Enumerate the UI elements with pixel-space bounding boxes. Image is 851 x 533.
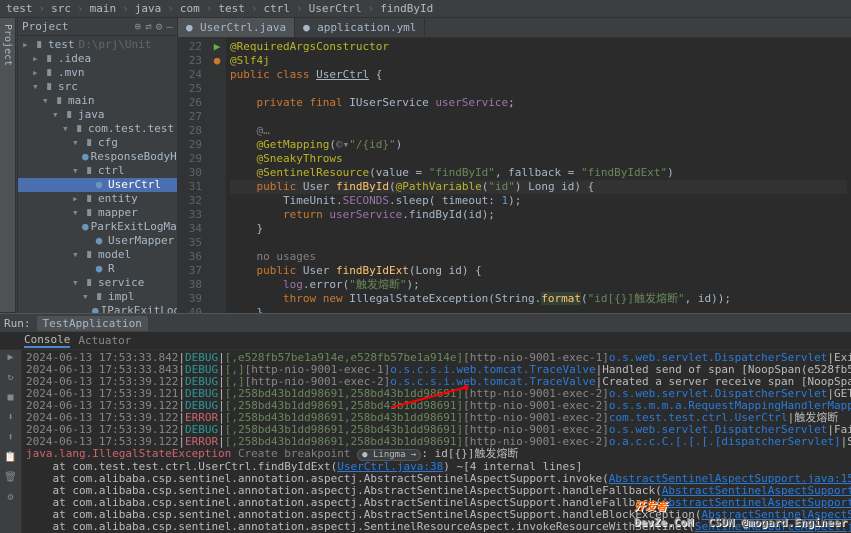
breadcrumb-item[interactable]: findById [378,2,435,15]
project-header: Project ⊕ ⇄ ⚙ — [18,18,177,36]
breadcrumb-bar: test›src›main›java›com›test›ctrl›UserCtr… [0,0,851,18]
code-content[interactable]: @RequiredArgsConstructor@Slf4jpublic cla… [226,38,851,313]
tree-node[interactable]: ▾∎src [18,80,177,94]
run-tabs: Console Actuator [0,332,851,350]
run-toolbar-button[interactable]: 📋 [3,452,19,468]
tree-node[interactable]: ●UserCtrl [18,178,177,192]
tree-node[interactable]: ●UserMapper [18,234,177,248]
select-opened-icon[interactable]: ⊕ [135,20,142,33]
tree-node[interactable]: ●R [18,262,177,276]
tree-node[interactable]: ▾∎cfg [18,136,177,150]
left-tool-gutter: Project [0,18,18,313]
run-toolbar-button[interactable]: ■ [3,392,19,408]
hide-icon[interactable]: — [166,20,173,33]
tree-node[interactable]: ▸∎testD:\prj\Unit [18,38,177,52]
run-tab[interactable]: Actuator [78,334,131,347]
breadcrumb-item[interactable]: java [133,2,164,15]
tree-node[interactable]: ●IParkExitLogServiceImpl [18,304,177,313]
tree-node[interactable]: ▸∎.idea [18,52,177,66]
tree-node[interactable]: ▾∎service [18,276,177,290]
project-panel: Project ⊕ ⇄ ⚙ — ▸∎testD:\prj\Unit▸∎.idea… [18,18,178,313]
run-label: Run: [4,317,31,330]
tree-node[interactable]: ●ParkExitLogMapper [18,220,177,234]
breadcrumb-item[interactable]: test [4,2,35,15]
editor-tab[interactable]: ●UserCtrl.java [178,18,295,37]
code-editor[interactable]: 2223242526272829293031323334353637383940… [178,38,851,313]
line-number-gutter: 2223242526272829293031323334353637383940… [178,38,208,313]
tree-node[interactable]: ▾∎main [18,94,177,108]
run-toolbar-button[interactable]: 🗑 [3,472,19,488]
watermark: 开发者 DevZe.CoM CSDN @mogard.Engineer [634,493,847,529]
breadcrumb-item[interactable]: com [178,2,202,15]
tree-node[interactable]: ▸∎entity [18,192,177,206]
run-header: Run: TestApplication [0,314,851,332]
tree-node[interactable]: ▾∎com.test.test [18,122,177,136]
tree-node[interactable]: ●ResponseBodyHandler [18,150,177,164]
editor-area: ●UserCtrl.java●application.yml 222324252… [178,18,851,313]
breadcrumb-item[interactable]: src [49,2,73,15]
breadcrumb-item[interactable]: test [216,2,247,15]
tree-node[interactable]: ▾∎impl [18,290,177,304]
run-tab[interactable]: Console [24,333,70,348]
collapse-icon[interactable]: ⇄ [145,20,152,33]
run-config-name[interactable]: TestApplication [37,316,148,331]
run-toolbar: ▶ ↻ ■ ⬇ ⬆ 📋 🗑 ⚙ [0,350,22,533]
editor-tab-bar: ●UserCtrl.java●application.yml [178,18,851,38]
tree-node[interactable]: ▾∎ctrl [18,164,177,178]
project-tree[interactable]: ▸∎testD:\prj\Unit▸∎.idea▸∎.mvn▾∎src▾∎mai… [18,36,177,313]
tree-node[interactable]: ▾∎mapper [18,206,177,220]
breadcrumb-item[interactable]: ctrl [262,2,293,15]
breadcrumb-item[interactable]: main [88,2,119,15]
gutter-icons: ▶● [208,38,226,313]
project-view-title[interactable]: Project [22,20,135,33]
run-toolbar-button[interactable]: ▶ [3,352,19,368]
run-toolbar-button[interactable]: ⬆ [3,432,19,448]
breadcrumb[interactable]: test›src›main›java›com›test›ctrl›UserCtr… [4,2,435,15]
tree-node[interactable]: ▾∎model [18,248,177,262]
run-toolbar-button[interactable]: ⬇ [3,412,19,428]
tree-node[interactable]: ▸∎.mvn [18,66,177,80]
editor-tab[interactable]: ●application.yml [295,18,425,37]
run-toolbar-button[interactable]: ↻ [3,372,19,388]
breadcrumb-item[interactable]: UserCtrl [307,2,364,15]
project-tool-tab[interactable]: Project [0,18,16,313]
settings-icon[interactable]: ⚙ [156,20,163,33]
tree-node[interactable]: ▾∎java [18,108,177,122]
run-toolbar-button[interactable]: ⚙ [3,492,19,508]
